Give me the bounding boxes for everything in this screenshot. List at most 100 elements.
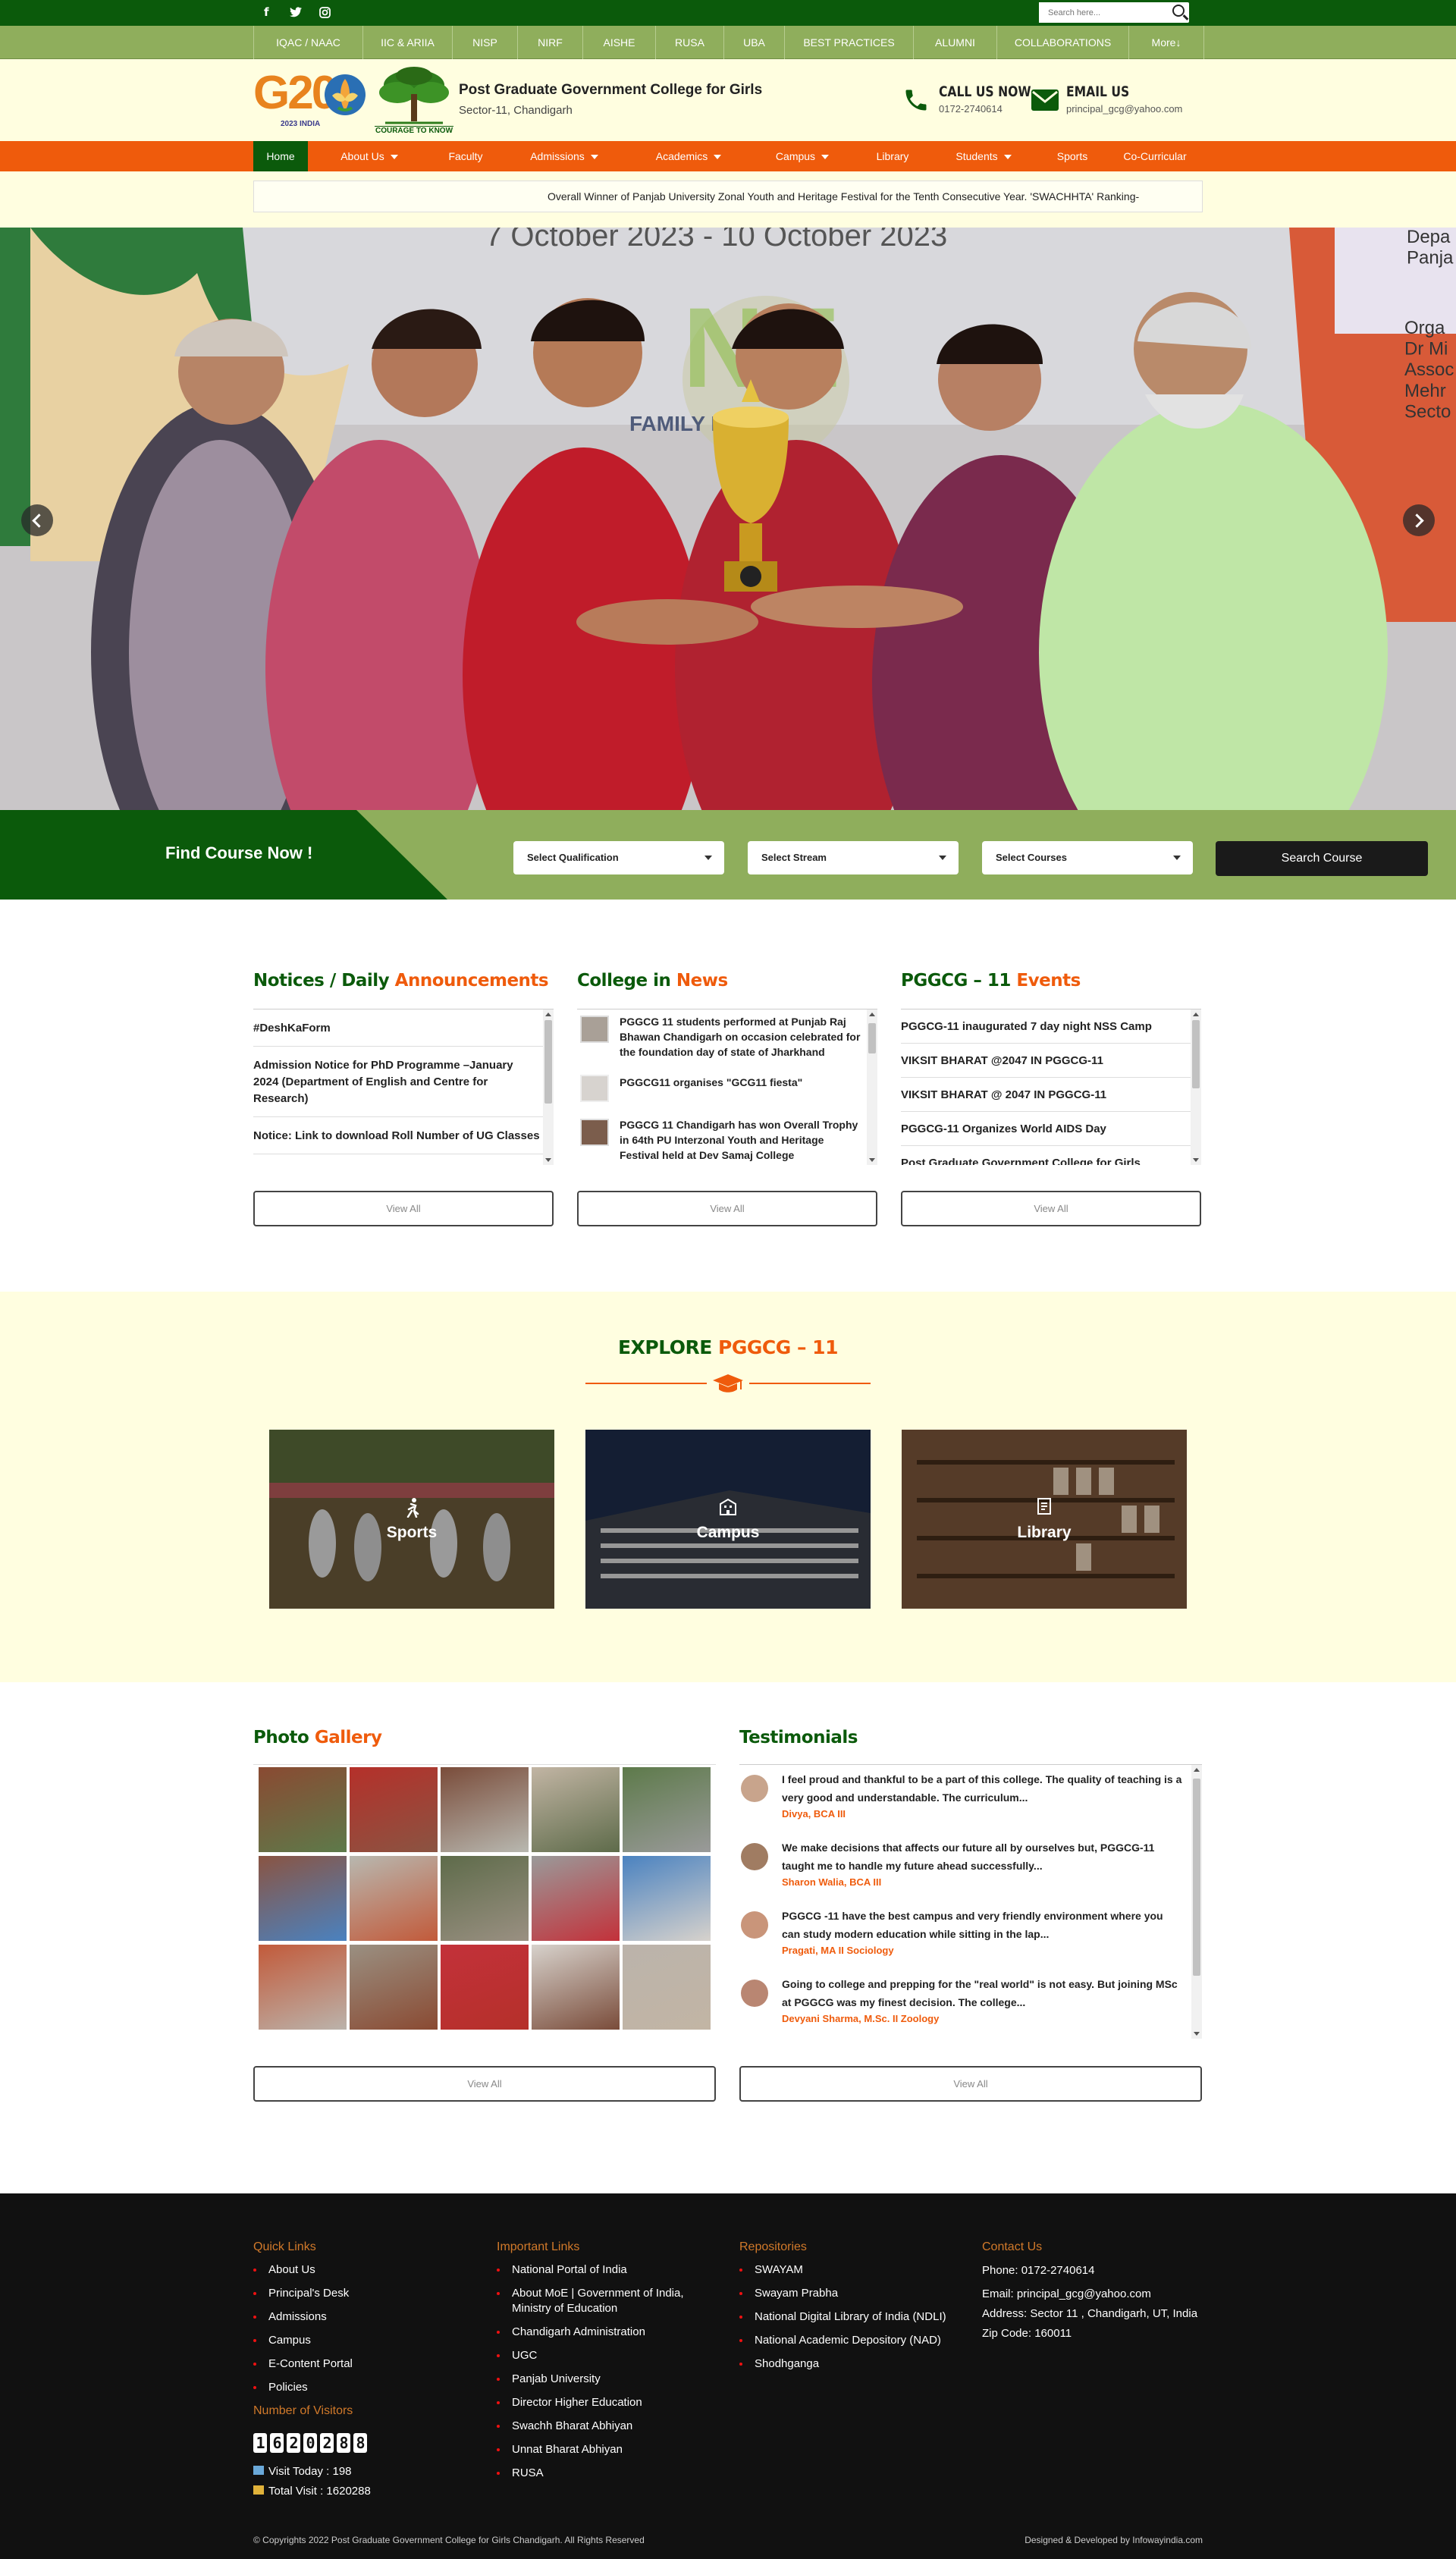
instagram-icon[interactable] <box>319 7 331 18</box>
footer-link[interactable]: E-Content Portal <box>253 2356 481 2372</box>
footer-link[interactable]: Unnat Bharat Abhiyan <box>497 2442 717 2457</box>
nav-students[interactable]: Students <box>930 141 1037 171</box>
gallery-thumbnail[interactable] <box>623 1945 711 2030</box>
explore-card-sports[interactable]: Sports <box>269 1430 554 1609</box>
list-item[interactable]: PGGCG 11 Chandigarh has won Overall Trop… <box>577 1113 877 1165</box>
search-icon[interactable] <box>1172 5 1185 17</box>
scrollbar[interactable] <box>867 1009 877 1165</box>
list-item[interactable]: #DeshKaForm <box>253 1009 554 1047</box>
scroll-up-icon[interactable] <box>1194 1768 1200 1772</box>
footer-link[interactable]: Panjab University <box>497 2372 717 2387</box>
nav-co-curricular[interactable]: Co-Curricular <box>1107 141 1203 171</box>
scrollbar[interactable] <box>1191 1765 1202 2039</box>
news-ticker[interactable]: Overall Winner of Panjab University Zona… <box>253 181 1203 212</box>
events-panel[interactable]: PGGCG-11 inaugurated 7 day night NSS Cam… <box>901 1009 1201 1165</box>
footer-link[interactable]: Policies <box>253 2380 481 2395</box>
footer-link[interactable]: SWAYAM <box>739 2262 967 2278</box>
nav-faculty[interactable]: Faculty <box>431 141 500 171</box>
gallery-thumbnail[interactable] <box>350 1767 438 1852</box>
gallery-thumbnail[interactable] <box>623 1856 711 1941</box>
gallery-thumbnail[interactable] <box>259 1767 347 1852</box>
gallery-thumbnail[interactable] <box>532 1767 620 1852</box>
quick-link-more[interactable]: More↓ <box>1128 26 1204 59</box>
nav-admissions[interactable]: Admissions <box>500 141 628 171</box>
events-view-all-button[interactable]: View All <box>901 1191 1201 1226</box>
scroll-down-icon[interactable] <box>869 1158 875 1162</box>
hero-next-arrow-icon[interactable] <box>1403 504 1435 536</box>
facebook-icon[interactable]: f <box>264 5 269 19</box>
footer-link[interactable]: National Portal of India <box>497 2262 717 2278</box>
contact-email[interactable]: Email: principal_gcg@yahoo.com <box>982 2286 1202 2303</box>
footer-link[interactable]: Swayam Prabha <box>739 2286 967 2301</box>
gallery-view-all-button[interactable]: View All <box>253 2066 716 2102</box>
nav-library[interactable]: Library <box>855 141 930 171</box>
footer-link[interactable]: UGC <box>497 2348 717 2363</box>
stream-select[interactable]: Select Stream <box>748 841 959 874</box>
footer-link[interactable]: About Us <box>253 2262 481 2278</box>
gallery-thumbnail[interactable] <box>259 1945 347 2030</box>
gallery-thumbnail[interactable] <box>441 1856 529 1941</box>
quick-link-best-practices[interactable]: BEST PRACTICES <box>784 26 913 59</box>
call-number[interactable]: 0172-2740614 <box>939 103 1003 115</box>
footer-link[interactable]: Director Higher Education <box>497 2395 717 2410</box>
scrollbar[interactable] <box>543 1009 554 1165</box>
footer-link[interactable]: National Digital Library of India (NDLI) <box>739 2309 967 2325</box>
contact-phone[interactable]: Phone: 0172-2740614 <box>982 2262 1202 2279</box>
gallery-thumbnail[interactable] <box>532 1856 620 1941</box>
list-item[interactable]: PGGCG 11 students performed at Punjab Ra… <box>577 1009 877 1070</box>
footer-link[interactable]: Chandigarh Administration <box>497 2325 717 2340</box>
notices-view-all-button[interactable]: View All <box>253 1191 554 1226</box>
notices-panel[interactable]: #DeshKaForm Admission Notice for PhD Pro… <box>253 1009 554 1165</box>
college-tree-logo[interactable]: COURAGE TO KNOW <box>375 65 453 137</box>
explore-card-library[interactable]: Library <box>902 1430 1187 1609</box>
scroll-down-icon[interactable] <box>545 1158 551 1162</box>
list-item[interactable]: Admission Notice for PhD Programme –Janu… <box>253 1047 554 1117</box>
nav-about-us[interactable]: About Us <box>308 141 431 171</box>
scroll-down-icon[interactable] <box>1193 1158 1199 1162</box>
list-item[interactable]: PGGCG-11 inaugurated 7 day night NSS Cam… <box>901 1009 1201 1044</box>
list-item[interactable]: Post Graduate Government College for Gir… <box>901 1146 1201 1165</box>
gallery-thumbnail[interactable] <box>532 1945 620 2030</box>
testimonials-view-all-button[interactable]: View All <box>739 2066 1202 2102</box>
nav-campus[interactable]: Campus <box>749 141 855 171</box>
footer-link[interactable]: Admissions <box>253 2309 481 2325</box>
footer-link[interactable]: Swachh Bharat Abhiyan <box>497 2419 717 2434</box>
quick-link-uba[interactable]: UBA <box>723 26 784 59</box>
quick-link-alumni[interactable]: ALUMNI <box>913 26 996 59</box>
news-panel[interactable]: PGGCG 11 students performed at Punjab Ra… <box>577 1009 877 1165</box>
footer-link[interactable]: Shodhganga <box>739 2356 967 2372</box>
quick-link-aishe[interactable]: AISHE <box>582 26 655 59</box>
nav-home[interactable]: Home <box>253 141 308 171</box>
list-item[interactable]: PGGCG-11 Organizes World AIDS Day <box>901 1112 1201 1146</box>
footer-link[interactable]: Campus <box>253 2333 481 2348</box>
gallery-thumbnail[interactable] <box>259 1856 347 1941</box>
scroll-up-icon[interactable] <box>869 1013 875 1016</box>
footer-link[interactable]: National Academic Depository (NAD) <box>739 2333 967 2348</box>
qualification-select[interactable]: Select Qualification <box>513 841 724 874</box>
quick-link-rusa[interactable]: RUSA <box>655 26 723 59</box>
quick-link-nirf[interactable]: NIRF <box>517 26 582 59</box>
footer-link[interactable]: About MoE | Government of India, Ministr… <box>497 2286 717 2316</box>
list-item[interactable]: PGGCG11 organises "GCG11 fiesta" <box>577 1070 877 1113</box>
quick-link-collaborations[interactable]: COLLABORATIONS <box>996 26 1128 59</box>
scroll-up-icon[interactable] <box>545 1013 551 1016</box>
college-name[interactable]: Post Graduate Government College for Gir… <box>459 82 762 99</box>
explore-card-campus[interactable]: Campus <box>585 1430 871 1609</box>
scroll-down-icon[interactable] <box>1194 2032 1200 2036</box>
list-item[interactable]: VIKSIT BHARAT @2047 IN PGGCG-11 <box>901 1044 1201 1078</box>
twitter-icon[interactable] <box>290 7 302 17</box>
email-address[interactable]: principal_gcg@yahoo.com <box>1066 103 1182 115</box>
quick-link-iqac[interactable]: IQAC / NAAC <box>253 26 362 59</box>
scrollbar[interactable] <box>1191 1009 1201 1165</box>
search-course-button[interactable]: Search Course <box>1216 841 1428 876</box>
gallery-thumbnail[interactable] <box>350 1856 438 1941</box>
scroll-up-icon[interactable] <box>1193 1013 1199 1016</box>
quick-link-nisp[interactable]: NISP <box>452 26 517 59</box>
hero-prev-arrow-icon[interactable] <box>21 504 53 536</box>
developer-credit[interactable]: Designed & Developed by Infowayindia.com <box>1012 2535 1203 2545</box>
search-input[interactable] <box>1039 2 1160 23</box>
footer-link[interactable]: Principal's Desk <box>253 2286 481 2301</box>
list-item[interactable]: VIKSIT BHARAT @ 2047 IN PGGCG-11 <box>901 1078 1201 1112</box>
news-view-all-button[interactable]: View All <box>577 1191 877 1226</box>
footer-link[interactable]: RUSA <box>497 2466 717 2481</box>
